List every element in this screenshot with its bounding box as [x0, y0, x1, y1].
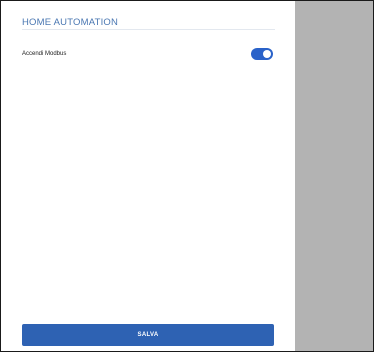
- section-title: HOME AUTOMATION: [22, 17, 119, 28]
- settings-panel: HOME AUTOMATION Accendi Modbus SALVA: [1, 1, 295, 351]
- setting-row-modbus: Accendi Modbus: [22, 45, 275, 65]
- modbus-toggle[interactable]: [251, 48, 273, 60]
- app-frame: HOME AUTOMATION Accendi Modbus SALVA: [0, 0, 374, 352]
- save-button[interactable]: SALVA: [22, 324, 274, 346]
- modbus-label: Accendi Modbus: [22, 51, 67, 57]
- section-divider: [22, 29, 275, 30]
- toggle-knob: [263, 50, 271, 58]
- side-overlay: [295, 1, 373, 351]
